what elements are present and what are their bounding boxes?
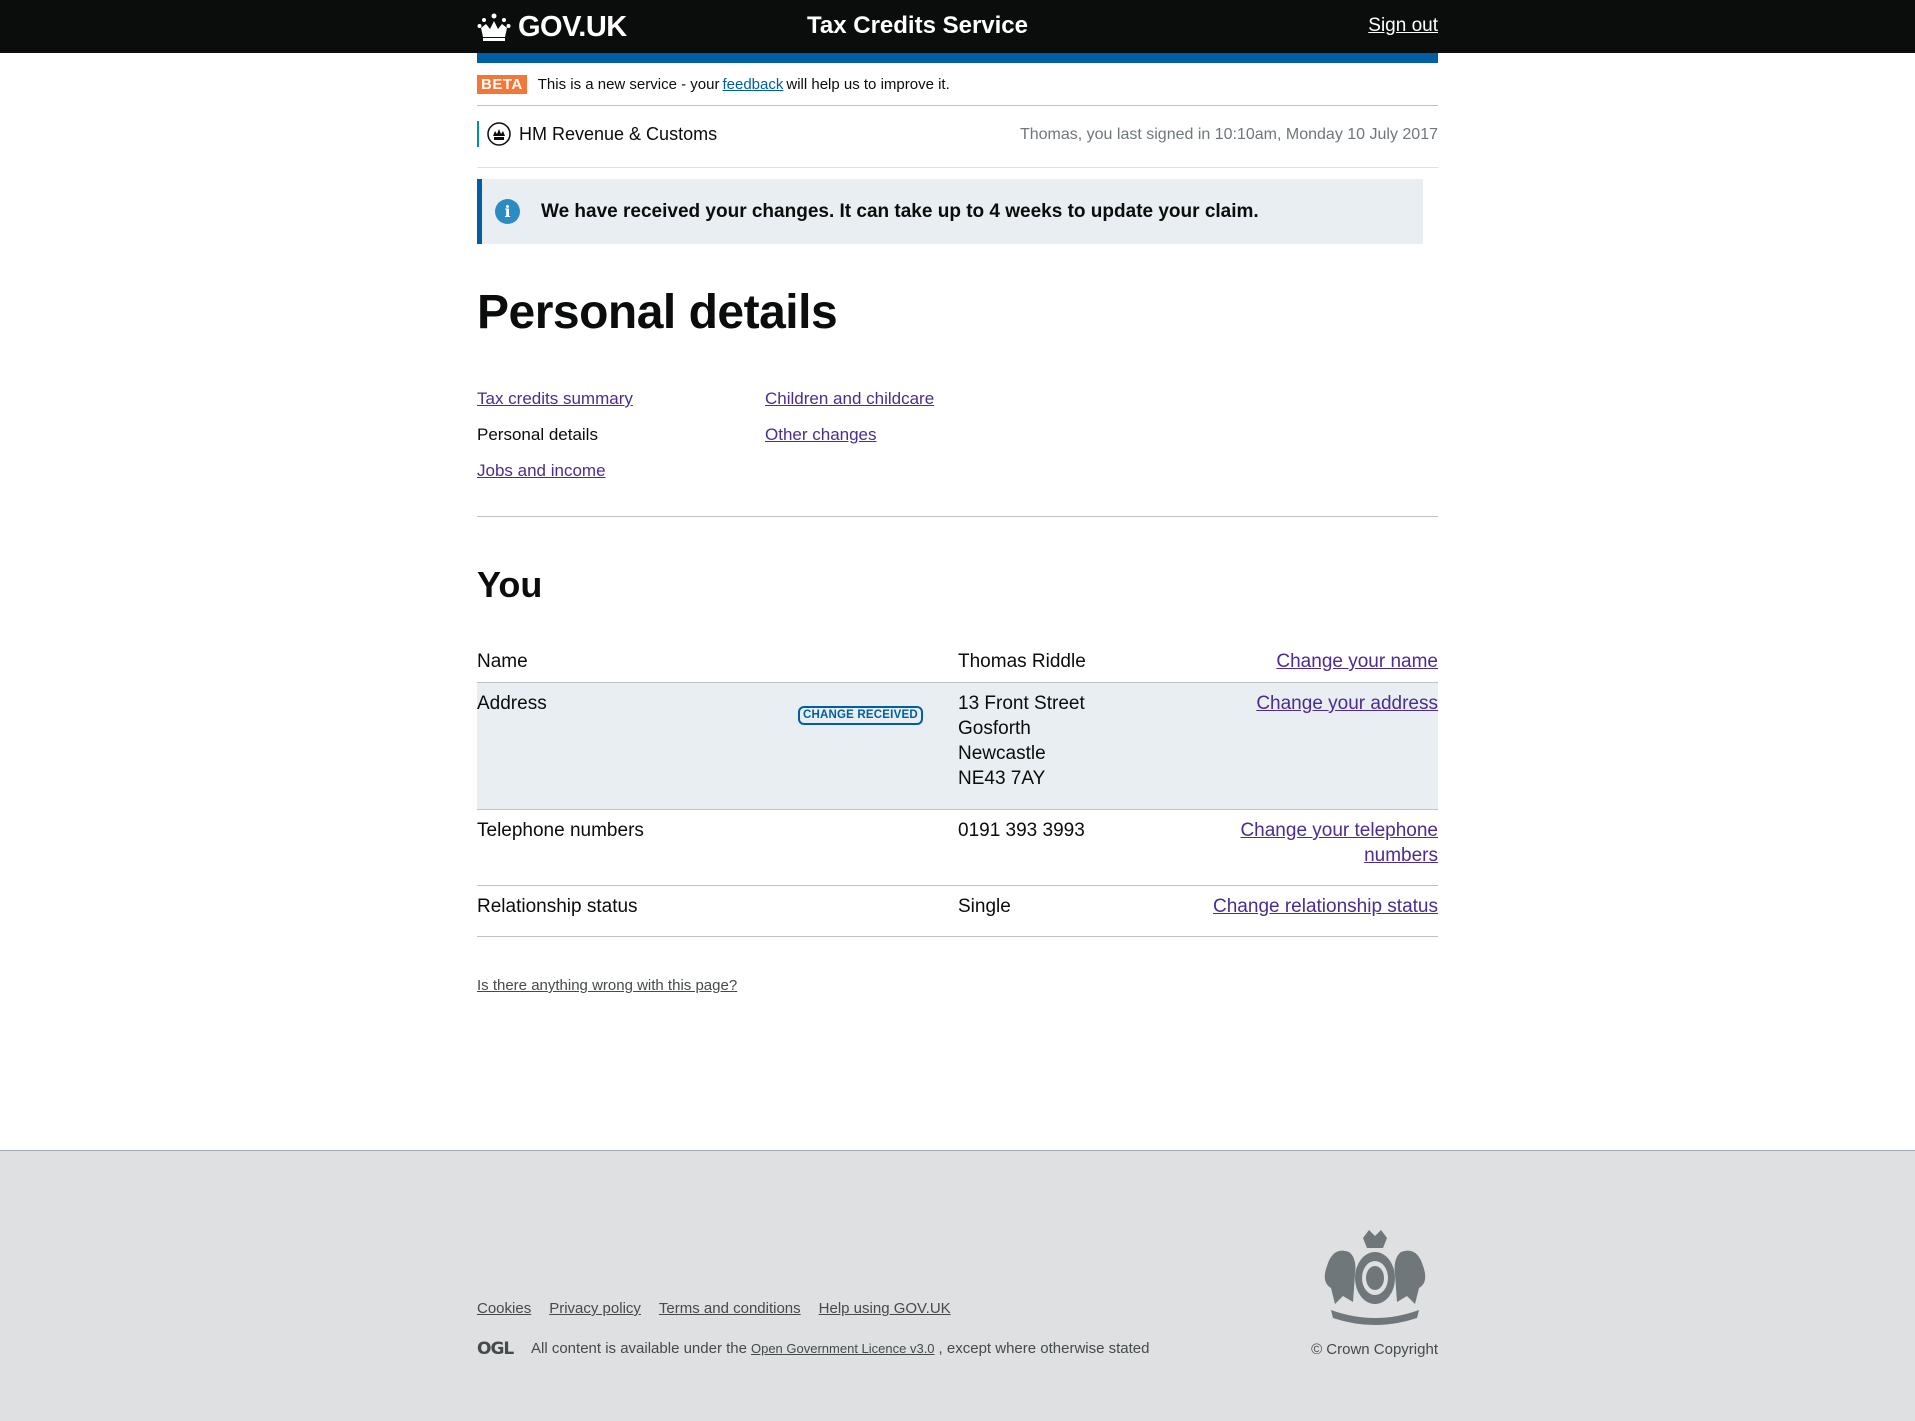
ogl-logo-icon: OGL bbox=[477, 1339, 515, 1357]
notice-message: We have received your changes. It can ta… bbox=[541, 200, 1259, 222]
royal-coat-of-arms-icon bbox=[1324, 1230, 1426, 1325]
row-value: Thomas Riddle bbox=[958, 649, 1086, 674]
value-line: 13 Front Street bbox=[958, 693, 1085, 714]
row-action: Change relationship status bbox=[1213, 894, 1438, 919]
table-row-address: Address CHANGE RECEIVED 13 Front Street … bbox=[477, 683, 1438, 810]
footer-link-help[interactable]: Help using GOV.UK bbox=[819, 1300, 951, 1317]
change-received-tag: CHANGE RECEIVED bbox=[798, 702, 923, 725]
crown-copyright[interactable]: © Crown Copyright bbox=[1311, 1341, 1438, 1358]
row-key: Address bbox=[477, 693, 547, 714]
footer-link-privacy[interactable]: Privacy policy bbox=[549, 1300, 641, 1317]
value-line: Single bbox=[958, 896, 1011, 917]
footer-link-terms[interactable]: Terms and conditions bbox=[659, 1300, 801, 1317]
section-divider bbox=[477, 516, 1438, 517]
service-name[interactable]: Tax Credits Service bbox=[807, 12, 1028, 40]
value-line: NE43 7AY bbox=[958, 768, 1046, 789]
table-row-name: Name Thomas Riddle Change your name bbox=[477, 641, 1438, 683]
hmrc-brand: HM Revenue & Customs bbox=[477, 121, 717, 147]
licence-link[interactable]: Open Government Licence v3.0 bbox=[751, 1341, 935, 1356]
tag-label: CHANGE RECEIVED bbox=[798, 706, 923, 725]
subnav-personal-details: Personal details bbox=[477, 425, 598, 444]
subnav-children-and-childcare[interactable]: Children and childcare bbox=[765, 388, 934, 410]
value-line: Gosforth bbox=[958, 718, 1031, 739]
row-action: Change your telephone numbers bbox=[1240, 818, 1438, 868]
report-problem: Is there anything wrong with this page? bbox=[477, 977, 737, 994]
table-row-relationship: Relationship status Single Change relati… bbox=[477, 886, 1438, 937]
link-line: numbers bbox=[1364, 845, 1438, 866]
logo-text: GOV.UK bbox=[518, 10, 627, 43]
row-key: Name bbox=[477, 651, 528, 672]
svg-text:OGL: OGL bbox=[477, 1339, 514, 1357]
report-problem-link[interactable]: Is there anything wrong with this page? bbox=[477, 977, 737, 994]
last-signed-in: Thomas, you last signed in 10:10am, Mond… bbox=[1019, 126, 1438, 143]
hmrc-crest-icon bbox=[487, 122, 511, 146]
row-action: Change your address bbox=[1256, 691, 1438, 716]
crown-icon bbox=[477, 13, 511, 41]
table-row-telephone: Telephone numbers 0191 393 3993 Change y… bbox=[477, 810, 1438, 886]
row-value: 13 Front Street Gosforth Newcastle NE43 … bbox=[958, 691, 1085, 791]
subnav-jobs-and-income[interactable]: Jobs and income bbox=[477, 460, 606, 482]
link-line: Change your telephone bbox=[1240, 820, 1438, 841]
govuk-logo-link[interactable]: GOV.UK bbox=[477, 10, 627, 44]
beta-text-after: will help us to improve it. bbox=[786, 75, 950, 93]
change-relationship-link[interactable]: Change relationship status bbox=[1213, 896, 1438, 917]
section-title: You bbox=[477, 564, 543, 605]
subnav-tax-credits-summary[interactable]: Tax credits summary bbox=[477, 388, 633, 410]
licence-text-before: All content is available under the bbox=[531, 1339, 747, 1357]
changes-received-notice: i We have received your changes. It can … bbox=[477, 179, 1423, 244]
subnav-other-changes[interactable]: Other changes bbox=[765, 424, 877, 446]
hmrc-name: HM Revenue & Customs bbox=[519, 123, 718, 144]
personal-details-table: Name Thomas Riddle Change your name Addr… bbox=[477, 641, 1438, 937]
footer: Cookies Privacy policy Terms and conditi… bbox=[0, 1150, 1915, 1421]
change-address-link[interactable]: Change your address bbox=[1256, 693, 1438, 714]
header-blue-bar bbox=[477, 53, 1438, 63]
page-title: Personal details bbox=[477, 286, 838, 339]
footer-link-cookies[interactable]: Cookies bbox=[477, 1300, 531, 1317]
footer-links: Cookies Privacy policy Terms and conditi… bbox=[477, 1300, 951, 1317]
change-name-link[interactable]: Change your name bbox=[1276, 651, 1438, 672]
value-line: Newcastle bbox=[958, 743, 1046, 764]
beta-tag: BETA bbox=[477, 74, 527, 94]
row-value: Single bbox=[958, 894, 1011, 919]
feedback-link[interactable]: feedback bbox=[722, 76, 783, 93]
row-key: Relationship status bbox=[477, 896, 638, 917]
value-line: Thomas Riddle bbox=[958, 651, 1086, 672]
row-action: Change your name bbox=[1276, 649, 1438, 674]
value-line: 0191 393 3993 bbox=[958, 820, 1085, 841]
sign-out-link[interactable]: Sign out bbox=[1368, 15, 1438, 37]
change-telephone-link[interactable]: Change your telephone numbers bbox=[1240, 820, 1438, 866]
info-icon: i bbox=[495, 199, 520, 224]
licence-statement: OGL All content is available under the O… bbox=[477, 1339, 1150, 1357]
department-bar: HM Revenue & Customs Thomas, you last si… bbox=[477, 107, 1438, 168]
phase-banner: BETA This is a new service - your feedba… bbox=[477, 63, 1438, 106]
row-key: Telephone numbers bbox=[477, 820, 644, 841]
beta-text-before: This is a new service - your bbox=[537, 75, 720, 93]
licence-text-after: , except where otherwise stated bbox=[938, 1339, 1150, 1357]
row-value: 0191 393 3993 bbox=[958, 818, 1085, 843]
